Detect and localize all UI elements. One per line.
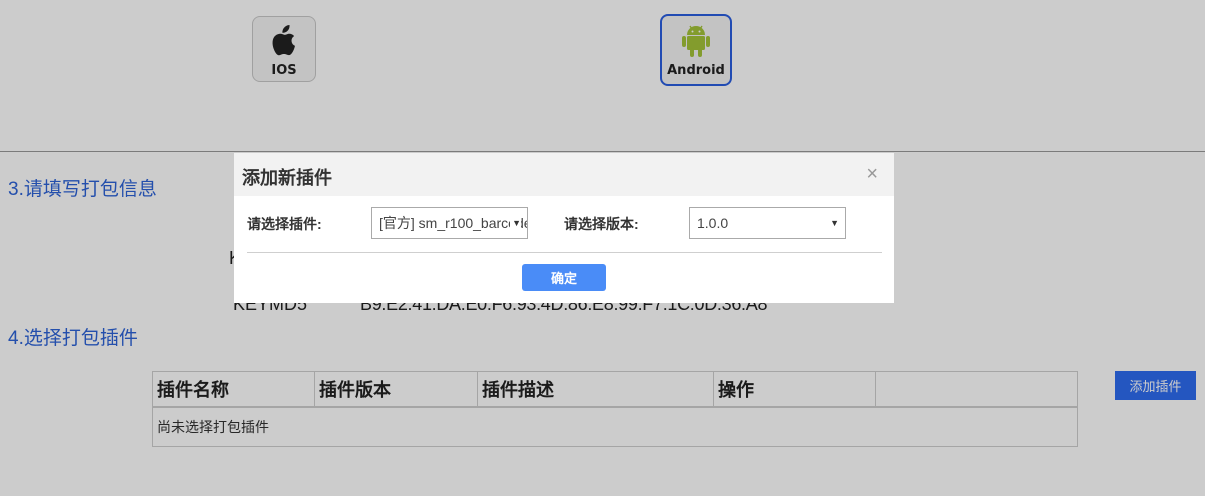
plugin-select-label: 请选择插件: <box>247 216 322 232</box>
dialog-divider <box>247 252 882 253</box>
close-icon[interactable]: × <box>866 164 878 184</box>
chevron-down-icon: ▼ <box>828 208 839 238</box>
plugin-select[interactable]: [官方] sm_r100_barcode ▼ <box>371 207 528 239</box>
dialog-header: 添加新插件 × <box>234 153 894 196</box>
version-select[interactable]: 1.0.0 ▼ <box>689 207 846 239</box>
version-select-label: 请选择版本: <box>564 216 639 232</box>
plugin-select-value: [官方] sm_r100_barcode <box>379 215 528 231</box>
chevron-down-icon: ▼ <box>510 208 521 238</box>
dialog-title: 添加新插件 <box>242 168 332 188</box>
confirm-button[interactable]: 确定 <box>522 264 606 291</box>
add-plugin-dialog: 添加新插件 × 请选择插件: [官方] sm_r100_barcode ▼ 请选… <box>234 153 894 303</box>
version-select-value: 1.0.0 <box>697 215 729 231</box>
